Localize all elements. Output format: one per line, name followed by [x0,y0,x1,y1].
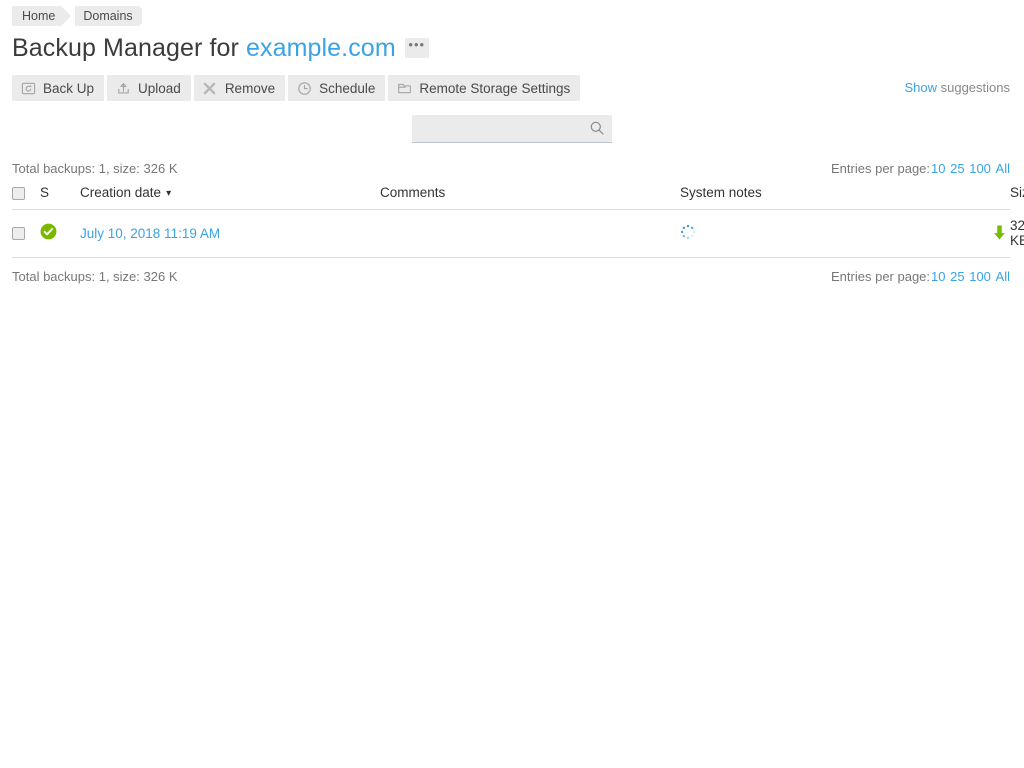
search-icon[interactable] [589,120,605,141]
column-header-status[interactable]: S [40,185,80,210]
entries-option-25-top[interactable]: 25 [950,161,964,176]
search-box[interactable] [412,115,612,143]
column-header-creation-date-label: Creation date [80,185,161,200]
clock-icon [296,80,312,96]
back-up-button-label: Back Up [43,81,94,96]
column-header-system-notes[interactable]: System notes [680,185,1010,210]
row-status-cell [40,210,80,258]
backup-icon [20,80,36,96]
page-title-text: Backup Manager for example.com [12,34,396,63]
remote-storage-settings-button-label: Remote Storage Settings [419,81,570,96]
status-success-icon [40,223,57,243]
entries-per-page-label-bottom: Entries per page: [831,269,930,284]
select-all-checkbox[interactable] [12,187,25,200]
upload-icon [115,80,131,96]
row-system-notes-cell [680,210,1010,258]
entries-option-100-bottom[interactable]: 100 [969,269,991,284]
total-backups-summary-bottom: Total backups: 1, size: 326 K [12,269,177,284]
domain-link[interactable]: example.com [246,34,396,62]
show-suggestions: Show suggestions [904,75,1010,95]
row-checkbox[interactable] [12,227,25,240]
column-header-select-all [12,185,40,210]
entries-option-10-top[interactable]: 10 [931,161,945,176]
entries-per-page-bottom: Entries per page:10 25 100 All [831,269,1010,284]
upload-button[interactable]: Upload [107,75,191,101]
folder-icon [396,80,412,96]
remove-icon [202,80,218,96]
toolbar-row: Back Up Upload Remove [0,66,1024,101]
total-backups-summary-top: Total backups: 1, size: 326 K [12,161,177,176]
upload-button-label: Upload [138,81,181,96]
search-input[interactable] [412,115,612,142]
show-suggestions-text: suggestions [937,80,1010,95]
list-meta-top: Total backups: 1, size: 326 K Entries pe… [12,143,1010,176]
breadcrumb-item-domains[interactable]: Domains [75,6,138,26]
search-row [0,101,1024,143]
back-up-button[interactable]: Back Up [12,75,104,101]
remove-button-label: Remove [225,81,275,96]
entries-option-25-bottom[interactable]: 25 [950,269,964,284]
list-meta-bottom: Total backups: 1, size: 326 K Entries pe… [12,258,1010,284]
backups-table: S Creation date▾ Comments System notes S… [12,185,1010,258]
page-title-prefix: Backup Manager for [12,34,246,62]
remote-storage-settings-button[interactable]: Remote Storage Settings [388,75,580,101]
backup-size-value: 326 KB [1010,218,1024,248]
backup-date-link[interactable]: July 10, 2018 11:19 AM [80,226,220,241]
column-header-creation-date[interactable]: Creation date ▾ [80,185,380,210]
breadcrumb: Home Domains [0,0,1024,26]
entries-option-all-bottom[interactable]: All [996,269,1010,284]
chevron-down-icon[interactable]: ▾ [166,188,171,199]
entries-per-page-top: Entries per page:10 25 100 All [831,161,1010,176]
entries-option-100-top[interactable]: 100 [969,161,991,176]
remove-button[interactable]: Remove [194,75,285,101]
show-suggestions-link[interactable]: Show [904,80,937,95]
row-select-cell [12,210,40,258]
row-creation-date-cell: July 10, 2018 11:19 AM [80,210,380,258]
schedule-button-label: Schedule [319,81,375,96]
schedule-button[interactable]: Schedule [288,75,385,101]
page-title: Backup Manager for example.com ••• [0,26,1024,66]
table-header-row: S Creation date▾ Comments System notes S… [12,185,1010,210]
entries-per-page-label-top: Entries per page: [831,161,930,176]
entries-option-10-bottom[interactable]: 10 [931,269,945,284]
row-comments-cell [380,210,680,258]
breadcrumb-item-home[interactable]: Home [12,6,61,26]
column-header-comments[interactable]: Comments [380,185,680,210]
toolbar: Back Up Upload Remove [12,75,580,101]
download-arrow-icon[interactable] [991,224,1008,244]
entries-option-all-top[interactable]: All [996,161,1010,176]
more-actions-button[interactable]: ••• [405,38,429,58]
loading-spinner-icon [680,224,696,243]
backup-list: Total backups: 1, size: 326 K Entries pe… [0,143,1024,284]
table-row: July 10, 2018 11:19 AM [12,210,1010,258]
